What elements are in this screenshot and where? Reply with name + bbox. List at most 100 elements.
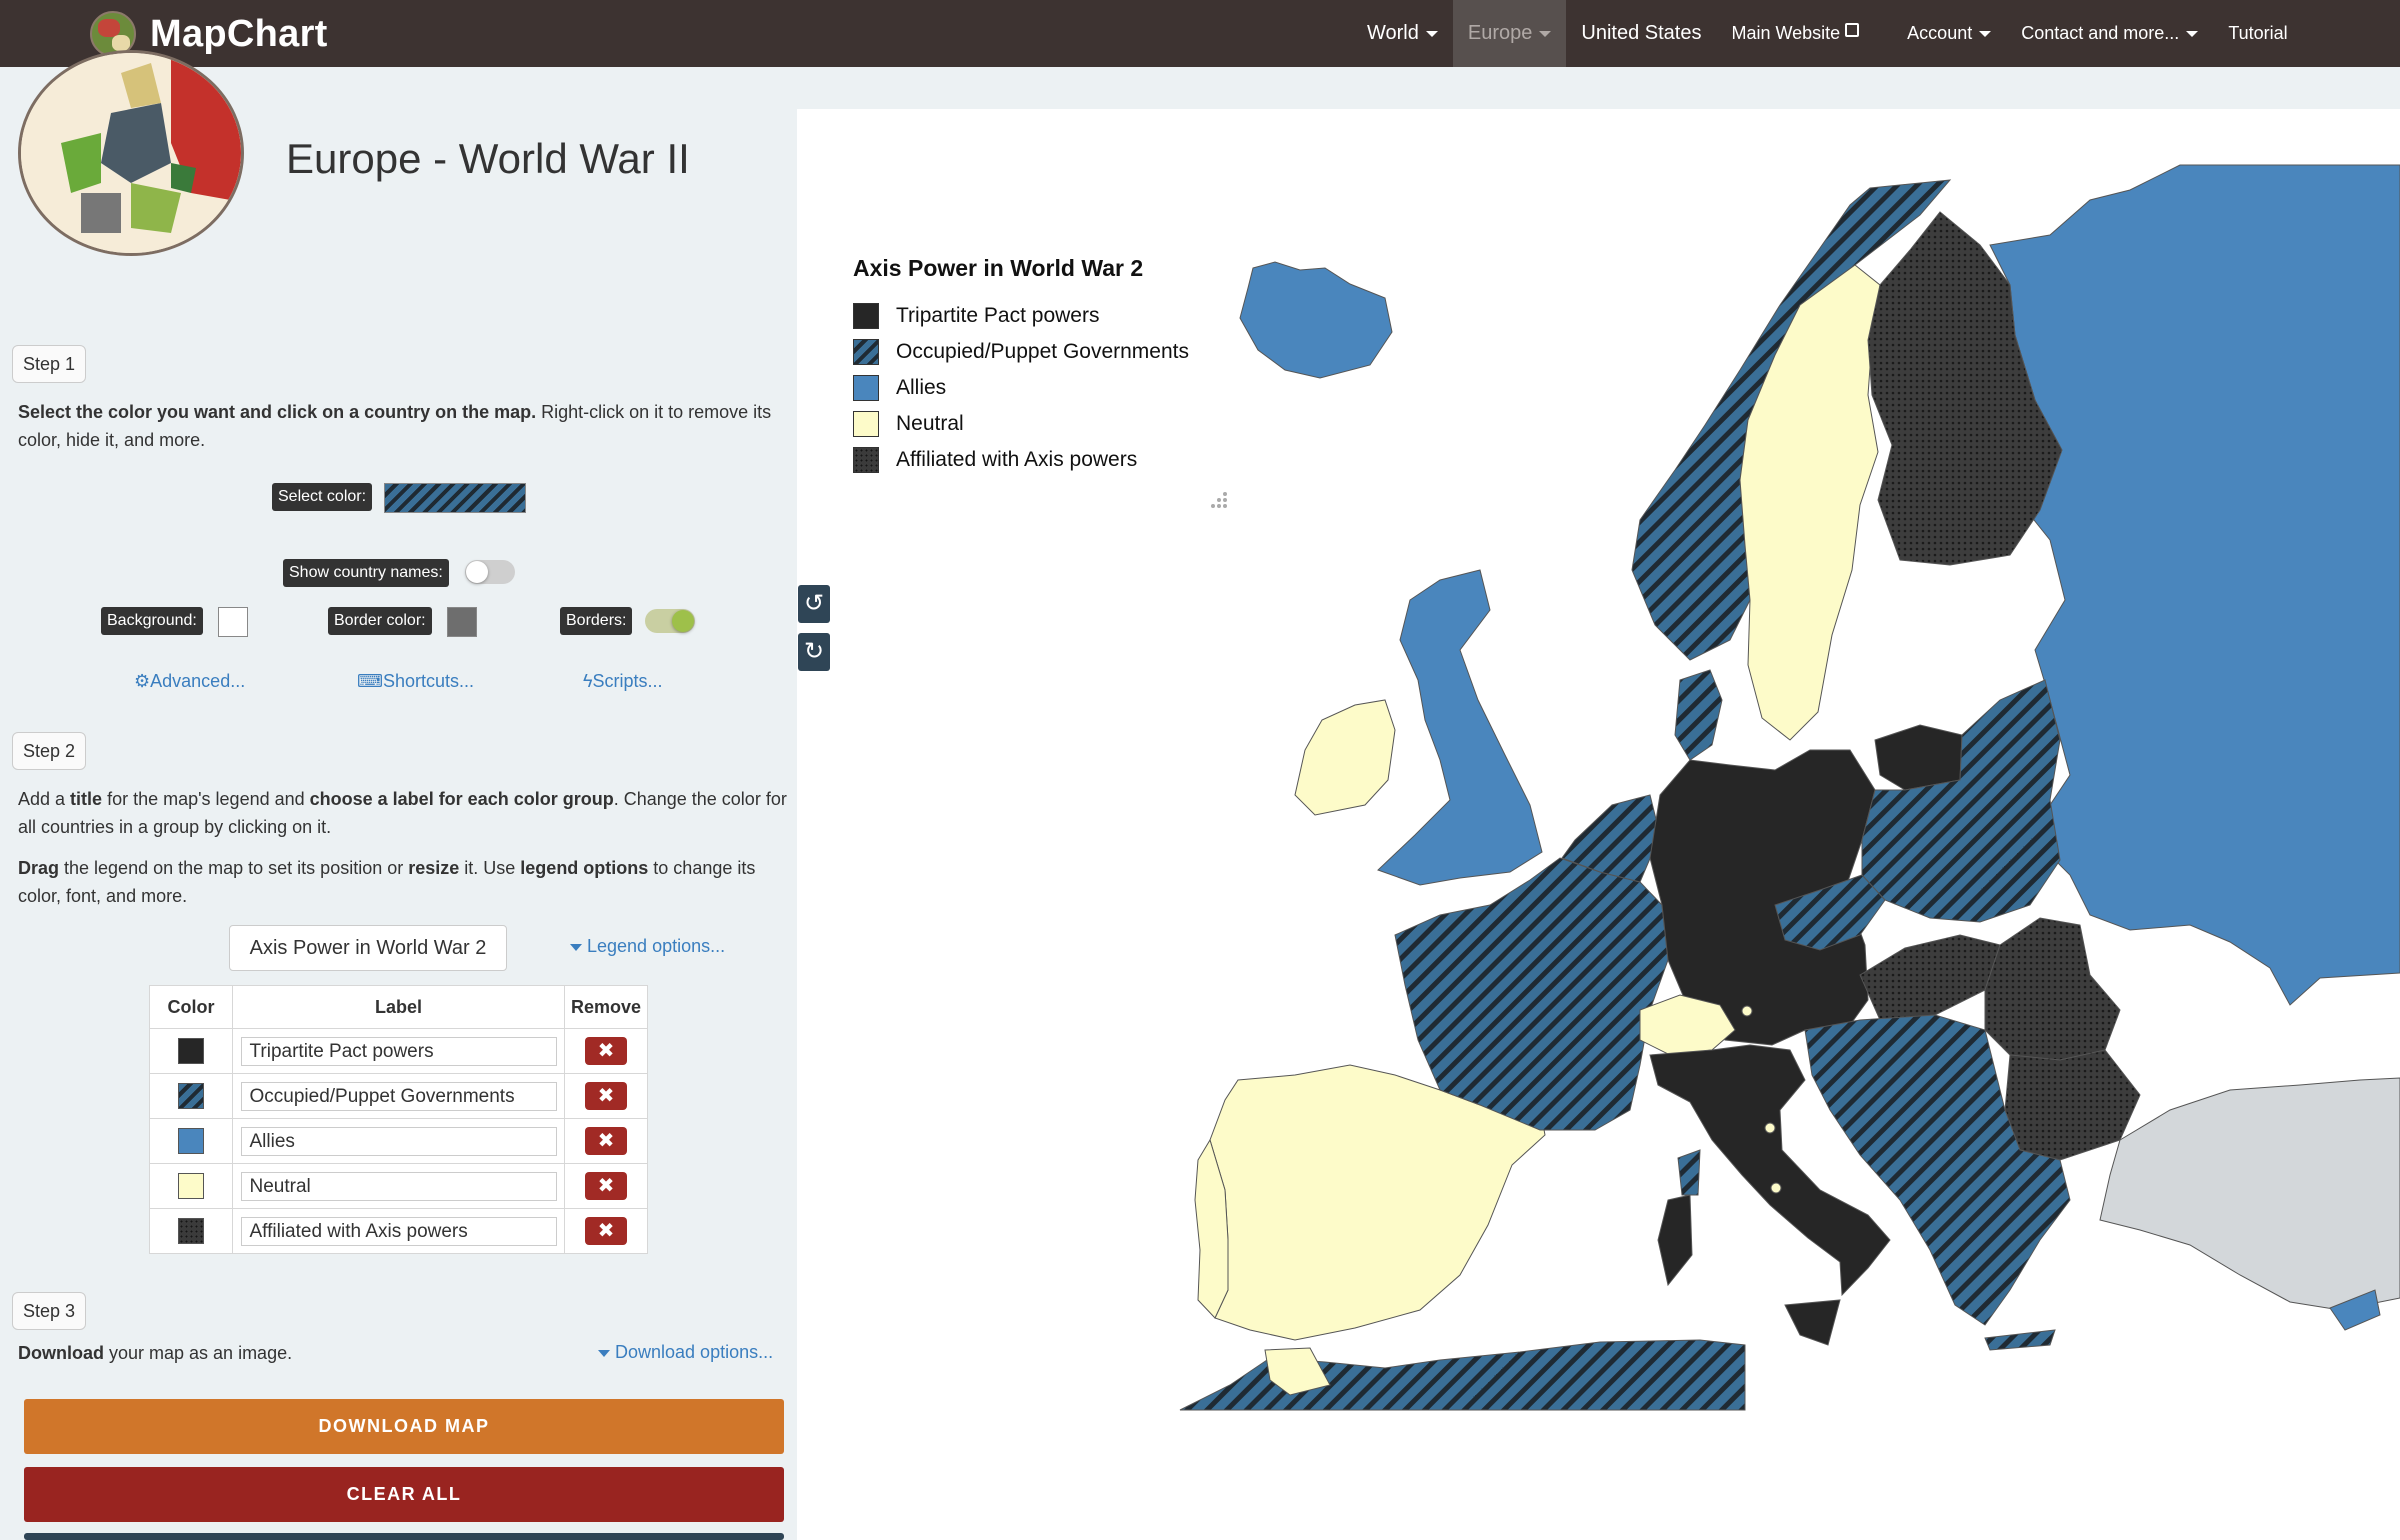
nav-europe[interactable]: Europe [1452, 0, 1567, 67]
table-row: Tripartite Pact powers ✖ [149, 1028, 648, 1074]
group-label-input[interactable]: Allies [240, 1126, 557, 1156]
group-color-swatch[interactable] [178, 1083, 204, 1109]
remove-cell: ✖ [564, 1163, 648, 1209]
nav-menu: World Europe United States Main Website … [1352, 0, 2303, 67]
island-crete[interactable] [1984, 1329, 2056, 1351]
legend-item-label: Neutral [896, 412, 964, 435]
island-corsica[interactable] [1677, 1149, 1701, 1196]
label-cell: Tripartite Pact powers [232, 1028, 565, 1074]
group-label-input[interactable]: Tripartite Pact powers [240, 1036, 557, 1066]
thumbnail-svg [21, 53, 241, 253]
country-ireland[interactable] [1294, 699, 1396, 816]
nav-contact[interactable]: Contact and more... [2006, 0, 2213, 67]
country-turkey[interactable] [2099, 1077, 2400, 1311]
group-label-input[interactable]: Neutral [240, 1171, 557, 1201]
show-country-names-toggle[interactable] [465, 560, 515, 584]
group-label-input[interactable]: Affiliated with Axis powers [240, 1216, 557, 1246]
marker-san-marino[interactable] [1770, 1182, 1782, 1194]
nav-europe-label: Europe [1467, 22, 1533, 44]
country-east-prussia[interactable] [1874, 724, 1963, 791]
group-color-swatch[interactable] [178, 1218, 204, 1244]
country-united-kingdom[interactable] [1377, 569, 1543, 886]
download-options-label: Download options... [615, 1342, 774, 1362]
step2-p2-text: the legend on the map to set its positio… [59, 858, 409, 878]
remove-group-button[interactable]: ✖ [585, 1172, 627, 1200]
column-header-remove: Remove [564, 985, 648, 1029]
thumb-iberia [81, 193, 121, 233]
country-denmark[interactable] [1674, 669, 1723, 761]
caret-down-icon [1539, 30, 1552, 37]
redo-button[interactable]: ↻ [798, 633, 830, 671]
legend-item: Allies [853, 370, 1243, 406]
advanced-link[interactable]: ⚙Advanced... [134, 671, 245, 692]
island-sardinia[interactable] [1657, 1194, 1693, 1287]
scripts-link-label: Scripts... [592, 671, 663, 691]
label-cell: Affiliated with Axis powers [232, 1208, 565, 1254]
country-russia[interactable] [1989, 164, 2400, 1006]
step2-p1-bold: title [70, 789, 103, 809]
legend-item-label: Allies [896, 376, 947, 399]
island-sicily[interactable] [1784, 1299, 1841, 1346]
group-color-swatch[interactable] [178, 1173, 204, 1199]
download-map-button[interactable]: DOWNLOAD MAP [24, 1399, 784, 1454]
show-country-names-label: Show country names: [283, 559, 449, 587]
nav-world[interactable]: World [1352, 0, 1453, 67]
marker-vatican[interactable] [1764, 1122, 1776, 1134]
remove-group-button[interactable]: ✖ [585, 1217, 627, 1245]
undo-button[interactable]: ↺ [798, 585, 830, 623]
country-hungary[interactable] [1859, 934, 2001, 1021]
country-romania[interactable] [1984, 917, 2121, 1061]
map-legend-title: Axis Power in World War 2 [853, 255, 1144, 281]
keyboard-icon: ⌨ [357, 671, 383, 691]
marker-liechtenstein[interactable] [1741, 1005, 1753, 1017]
legend-options-link[interactable]: Legend options... [570, 936, 725, 957]
column-header-label: Label [232, 985, 565, 1029]
top-navbar: MapChart World Europe United States Main… [0, 0, 2400, 67]
step2-p1-text: for the map's legend and [102, 789, 310, 809]
shortcuts-link[interactable]: ⌨Shortcuts... [357, 671, 474, 692]
nav-united-states[interactable]: United States [1566, 0, 1716, 67]
table-header-row: Color Label Remove [149, 985, 648, 1029]
border-color-swatch[interactable] [447, 607, 477, 637]
step2-p2-bold: Drag [18, 858, 60, 878]
undo-icon: ↺ [803, 590, 825, 617]
table-row: Occupied/Puppet Governments ✖ [149, 1073, 648, 1119]
next-button-edge[interactable] [24, 1533, 784, 1540]
nav-main-website[interactable]: Main Website [1716, 0, 1874, 67]
legend-item-label: Affiliated with Axis powers [896, 448, 1138, 471]
legend-resize-handle-icon[interactable] [1205, 490, 1229, 514]
background-color-swatch[interactable] [218, 607, 248, 637]
group-color-swatch[interactable] [178, 1038, 204, 1064]
selected-color-swatch[interactable] [384, 483, 526, 513]
step2-p2-text: it. Use [459, 858, 521, 878]
country-poland[interactable] [1861, 679, 2061, 923]
step1-instruction-bold: Select the color you want and click on a… [18, 402, 537, 422]
nav-united-states-label: United States [1581, 22, 1702, 44]
group-label-input[interactable]: Occupied/Puppet Governments [240, 1081, 557, 1111]
nav-contact-label: Contact and more... [2021, 23, 2180, 43]
europe-thumbnail-map [18, 50, 244, 256]
remove-group-button[interactable]: ✖ [585, 1037, 627, 1065]
borders-toggle[interactable] [645, 609, 695, 633]
remove-group-button[interactable]: ✖ [585, 1127, 627, 1155]
redo-icon: ↻ [803, 638, 825, 665]
legend-item: Affiliated with Axis powers [853, 442, 1243, 478]
legend-title-input[interactable]: Axis Power in World War 2 [229, 925, 507, 971]
legend-swatch [853, 339, 879, 365]
remove-group-button[interactable]: ✖ [585, 1082, 627, 1110]
color-cell [149, 1028, 233, 1074]
download-options-link[interactable]: Download options... [598, 1342, 773, 1363]
map-legend[interactable]: Axis Power in World War 2 Tripartite Pac… [853, 255, 1243, 478]
nav-tutorial[interactable]: Tutorial [2213, 0, 2302, 67]
country-iceland[interactable] [1239, 261, 1393, 379]
borders-label: Borders: [560, 607, 633, 635]
scripts-link[interactable]: ϟScripts... [583, 671, 663, 692]
toggle-knob [466, 561, 488, 583]
clear-all-button[interactable]: CLEAR ALL [24, 1467, 784, 1522]
background-label: Background: [101, 607, 203, 635]
step2-badge: Step 2 [12, 732, 87, 770]
step1-instruction: Select the color you want and click on a… [18, 398, 788, 454]
nav-account-label: Account [1907, 23, 1973, 43]
group-color-swatch[interactable] [178, 1128, 204, 1154]
nav-account[interactable]: Account [1892, 0, 2006, 67]
